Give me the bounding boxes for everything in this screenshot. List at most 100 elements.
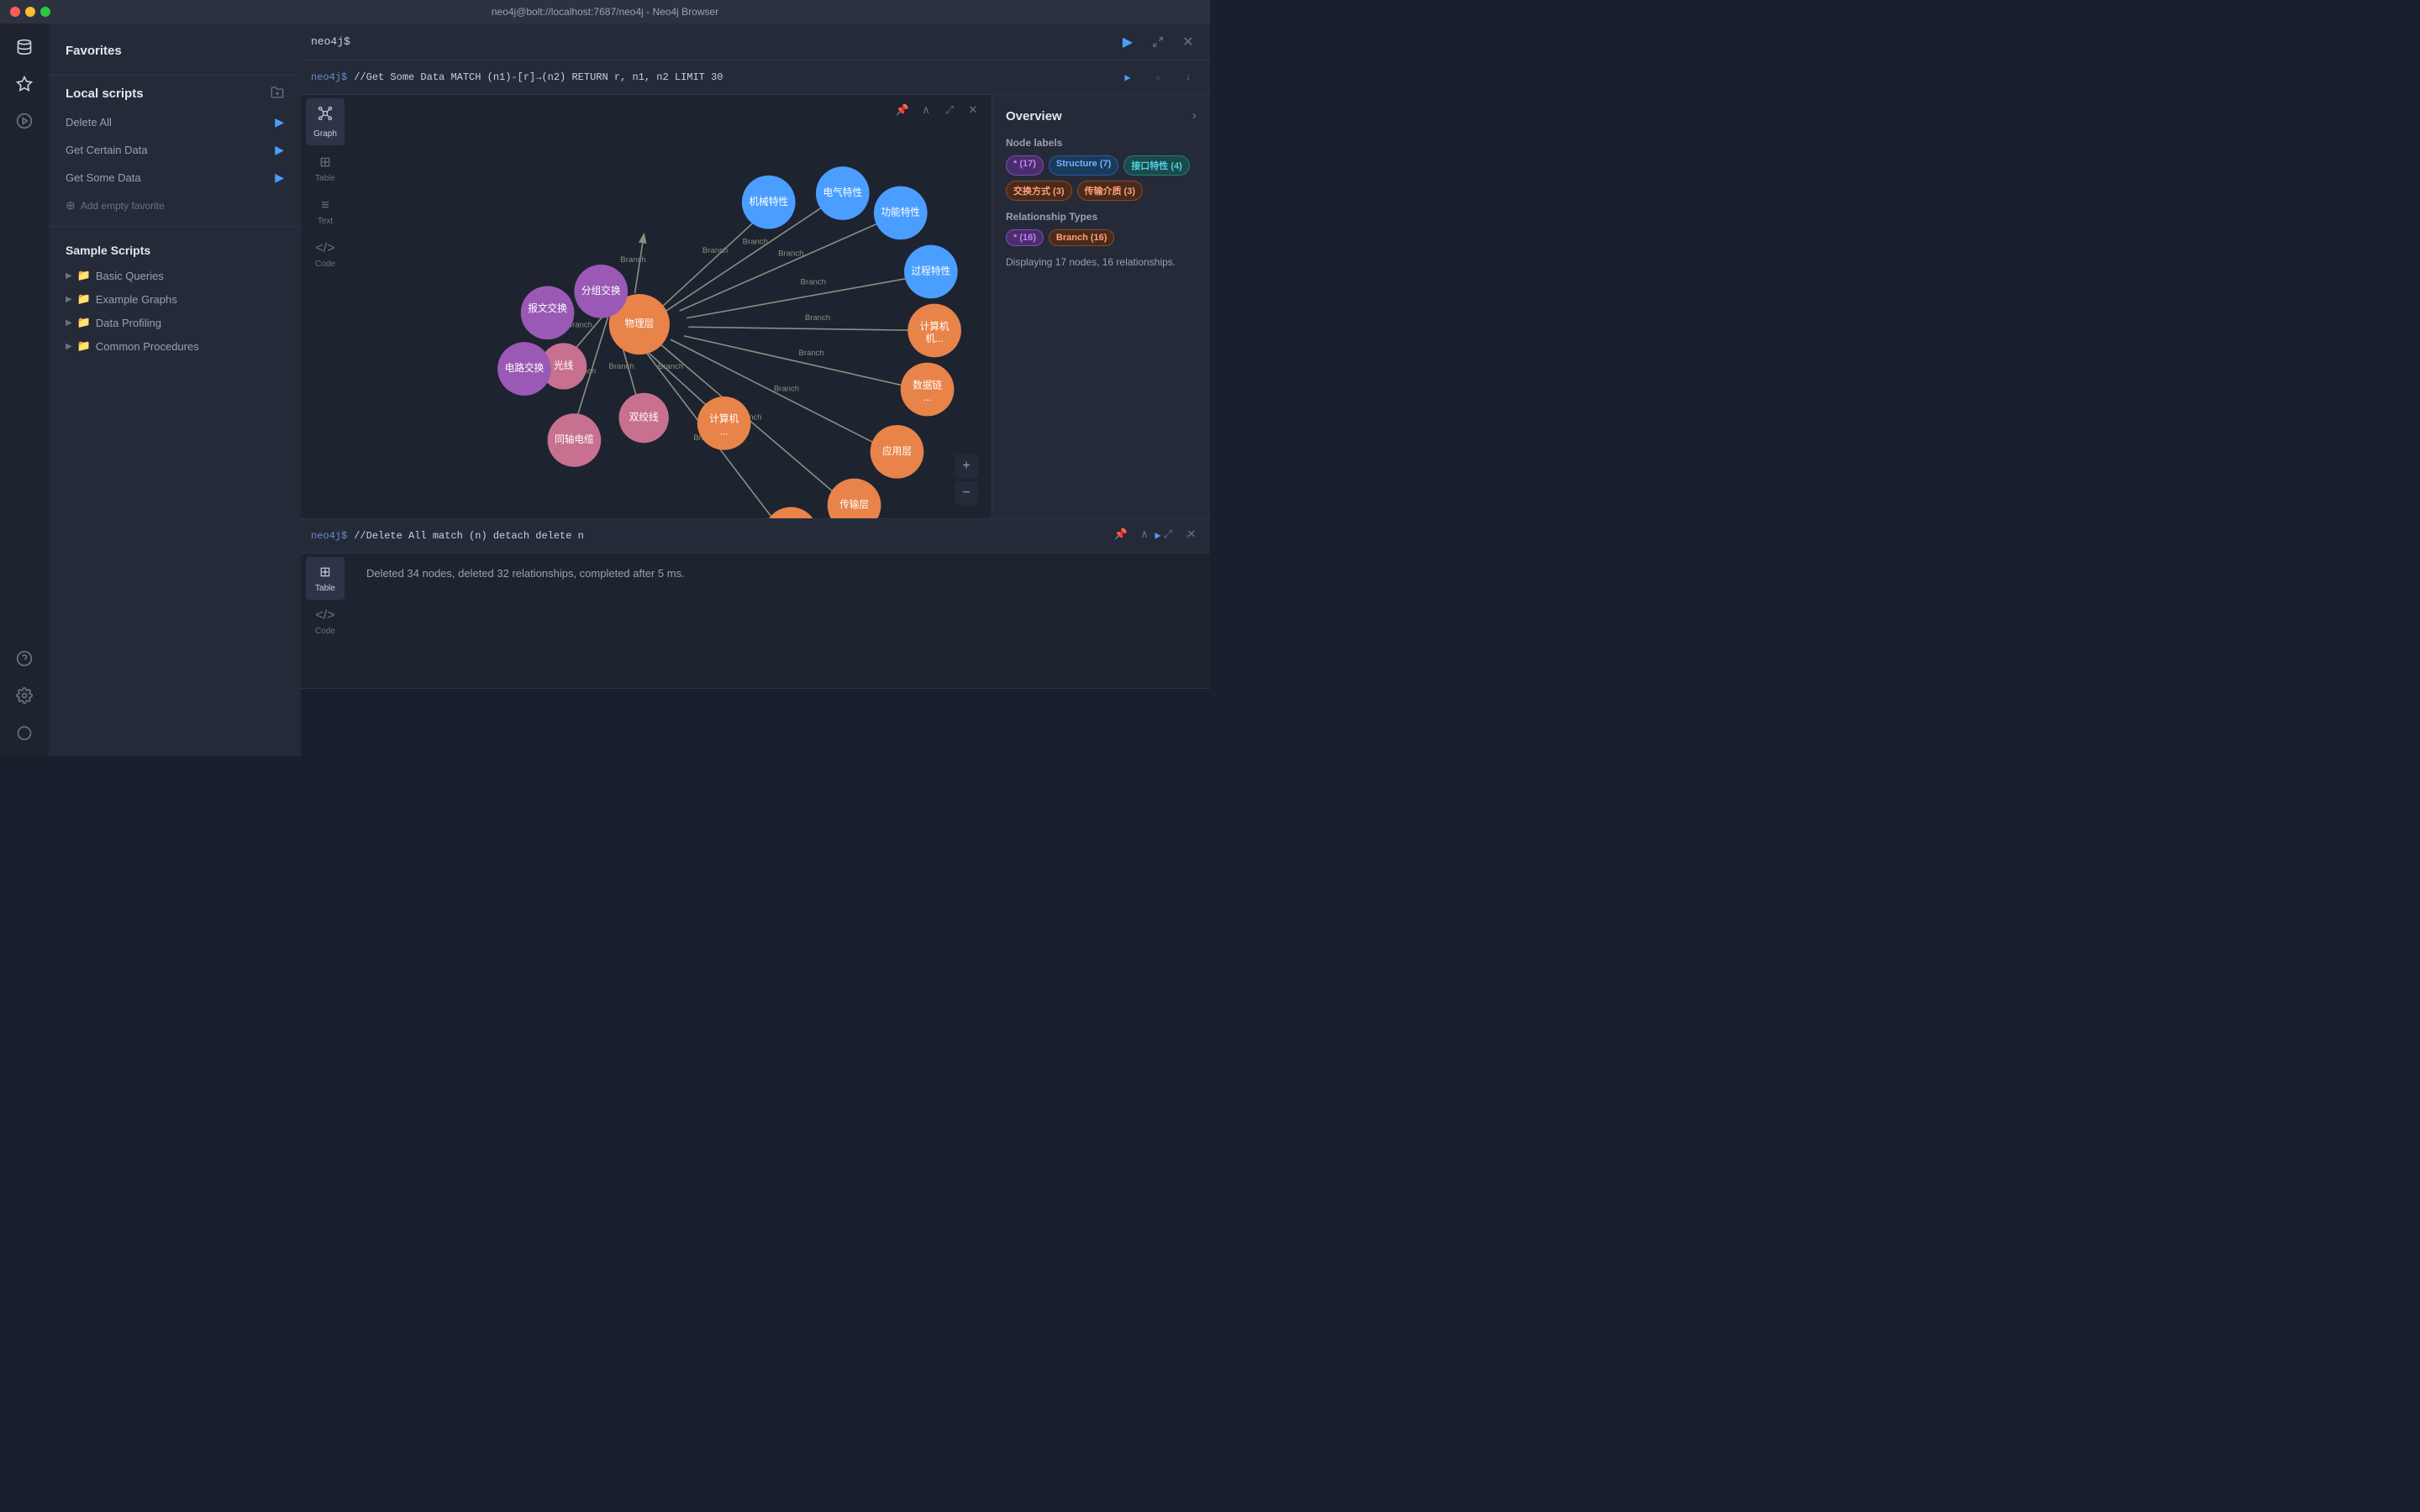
folder-icon-data: 📁 (77, 316, 91, 329)
svg-text:双绞线: 双绞线 (629, 412, 659, 423)
new-folder-icon[interactable] (271, 86, 284, 102)
tab-text-1[interactable]: ≡ Text (306, 192, 345, 233)
result1-fullscreen-btn[interactable]: ⤢ (939, 100, 960, 120)
tag-exchange[interactable]: 交换方式 (3) (1006, 181, 1072, 201)
close-traffic-light[interactable] (10, 7, 20, 17)
result1-run-btn[interactable]: ▶ (1116, 66, 1139, 89)
sidebar-item-basic-queries[interactable]: ▶ 📁 Basic Queries (49, 264, 301, 287)
svg-text:Branch: Branch (801, 277, 826, 286)
overview-title: Overview (1006, 109, 1062, 123)
tag-rel-all[interactable]: * (16) (1006, 229, 1044, 246)
svg-text:...: ... (923, 392, 932, 403)
sidebar-item-data-profiling[interactable]: ▶ 📁 Data Profiling (49, 311, 301, 334)
node-labels-title: Node labels (1006, 137, 1197, 149)
svg-text:计算机: 计算机 (920, 320, 950, 332)
svg-text:计算机: 计算机 (709, 413, 739, 425)
result2-text: Deleted 34 nodes, deleted 32 relationshi… (366, 567, 685, 580)
result1-content: Graph ⊞ Table ≡ Text </> Code (301, 95, 1210, 518)
tab-graph-1[interactable]: Graph (306, 98, 345, 145)
tree-arrow-data: ▶ (66, 318, 72, 328)
result1-download-btn[interactable]: ↓ (1176, 66, 1200, 89)
svg-text:Branch: Branch (774, 385, 799, 394)
svg-text:Branch: Branch (620, 255, 645, 265)
tag-transmission[interactable]: 传输介质 (3) (1077, 181, 1144, 201)
sidebar-item-delete-all[interactable]: Delete All ▶ (49, 108, 301, 136)
node-labels-row: * (17) Structure (7) 接口特性 (4) 交换方式 (3) 传… (1006, 155, 1197, 201)
star-icon-btn[interactable] (9, 69, 39, 99)
sidebar-item-get-some[interactable]: Get Some Data ▶ (49, 164, 301, 192)
example-graphs-label: Example Graphs (96, 293, 177, 306)
svg-text:分组交换: 分组交换 (581, 285, 621, 297)
result1-pin-btn[interactable]: 📌 (892, 100, 913, 120)
sidebar-item-get-certain[interactable]: Get Certain Data ▶ (49, 136, 301, 164)
sidebar-item-common-procedures[interactable]: ▶ 📁 Common Procedures (49, 334, 301, 358)
overview-stats: Displaying 17 nodes, 16 relationships. (1006, 256, 1197, 268)
svg-text:Branch: Branch (778, 249, 803, 258)
svg-text:电路交换: 电路交换 (505, 362, 544, 374)
get-certain-label: Get Certain Data (66, 144, 148, 156)
folder-icon-example: 📁 (77, 292, 91, 306)
zoom-in-btn[interactable]: + (955, 454, 978, 478)
result2-query-text: //Delete All match (n) detach delete n (354, 530, 1139, 542)
gear-icon-btn[interactable] (9, 680, 39, 711)
svg-text:机...: 机... (925, 333, 943, 344)
maximize-traffic-light[interactable] (40, 7, 50, 17)
main-query-input[interactable] (311, 35, 1109, 48)
graph-visualization[interactable]: 📌 ∧ ⤢ ✕ (350, 95, 992, 518)
tab-text-1-label: Text (318, 217, 333, 226)
result1-close-btn[interactable]: ✕ (963, 100, 983, 120)
main-close-btn[interactable]: ✕ (1176, 30, 1200, 54)
tree-arrow-example: ▶ (66, 295, 72, 304)
window-title: neo4j@bolt://localhost:7687/neo4j - Neo4… (492, 6, 718, 18)
tag-structure[interactable]: Structure (7) (1049, 155, 1118, 176)
result2-close-btn[interactable]: ✕ (1181, 524, 1202, 544)
get-certain-run-btn[interactable]: ▶ (275, 143, 284, 157)
svg-text:Branch: Branch (743, 238, 768, 247)
tab-code-2[interactable]: </> Code (306, 601, 345, 643)
icon-bar (0, 24, 49, 756)
tab-table-2[interactable]: ⊞ Table (306, 557, 345, 600)
rel-types-row: * (16) Branch (16) (1006, 229, 1197, 246)
result2-prompt: neo4j$ (311, 530, 347, 542)
zoom-out-btn[interactable]: − (955, 481, 978, 505)
main-expand-btn[interactable] (1146, 30, 1170, 54)
sidebar-item-example-graphs[interactable]: ▶ 📁 Example Graphs (49, 287, 301, 311)
play-icon-btn[interactable] (9, 106, 39, 136)
common-procedures-label: Common Procedures (96, 340, 199, 353)
overview-expand-btn[interactable]: › (1192, 108, 1197, 123)
result2-fullscreen-btn[interactable]: ⤢ (1158, 524, 1178, 544)
result1-prompt: neo4j$ (311, 71, 347, 83)
tab-code-1[interactable]: </> Code (306, 234, 345, 276)
tag-interface[interactable]: 接口特性 (4) (1123, 155, 1190, 176)
tree-arrow-common: ▶ (66, 342, 72, 351)
get-some-label: Get Some Data (66, 171, 141, 184)
tab-graph-1-label: Graph (313, 129, 337, 139)
help-icon-btn[interactable] (9, 643, 39, 674)
traffic-lights (10, 7, 50, 17)
tag-rel-branch[interactable]: Branch (16) (1049, 229, 1115, 246)
main-query-bar: ▶ ✕ (301, 24, 1210, 60)
database-icon-btn[interactable] (9, 32, 39, 62)
tab-table-1[interactable]: ⊞ Table (306, 147, 345, 190)
result1-fav-btn[interactable]: ☆ (1146, 66, 1170, 89)
tree-arrow-basic: ▶ (66, 271, 72, 281)
bug-icon-btn[interactable] (9, 717, 39, 748)
svg-text:功能特性: 功能特性 (881, 207, 920, 218)
result-panel-2: neo4j$ //Delete All match (n) detach del… (301, 519, 1210, 689)
get-some-run-btn[interactable]: ▶ (275, 171, 284, 185)
result2-content: ⊞ Table </> Code Deleted 34 nodes, delet… (301, 554, 1210, 688)
code-icon-2: </> (315, 608, 334, 623)
result2-pin-btn[interactable]: 📌 (1111, 524, 1131, 544)
svg-text:数据链: 数据链 (913, 379, 942, 391)
result1-collapse-btn[interactable]: ∧ (916, 100, 936, 120)
tag-all[interactable]: * (17) (1006, 155, 1044, 176)
main-run-btn[interactable]: ▶ (1116, 30, 1139, 54)
add-empty-favorite-btn[interactable]: ⊕ Add empty favorite (49, 192, 301, 219)
svg-text:电气特性: 电气特性 (823, 186, 862, 198)
svg-text:应用层: 应用层 (882, 445, 912, 457)
result2-collapse-btn[interactable]: ∧ (1134, 524, 1155, 544)
folder-icon-basic: 📁 (77, 269, 91, 282)
result-panel-1: neo4j$ //Get Some Data MATCH (n1)-[r]→(n… (301, 60, 1210, 519)
delete-all-run-btn[interactable]: ▶ (275, 115, 284, 129)
minimize-traffic-light[interactable] (25, 7, 35, 17)
